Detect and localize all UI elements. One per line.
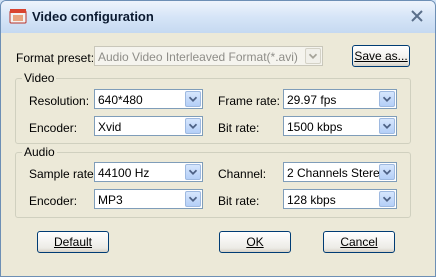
close-icon[interactable] (409, 8, 425, 24)
chevron-down-icon[interactable] (185, 191, 201, 207)
audio-encoder-select[interactable]: MP3 (94, 189, 203, 209)
audio-bit-rate-label: Bit rate: (218, 194, 260, 208)
format-preset-value: Audio Video Interleaved Format(*.avi) (98, 50, 298, 64)
channel-value: 2 Channels Stereo (287, 166, 387, 180)
dialog-window: Video configuration Format preset: Audio… (0, 0, 436, 277)
app-icon (9, 9, 27, 24)
window-title: Video configuration (32, 9, 154, 24)
video-bit-rate-value: 1500 kbps (287, 120, 343, 134)
resolution-value: 640*480 (98, 93, 143, 107)
format-preset-label: Format preset: (16, 51, 95, 65)
video-bit-rate-label: Bit rate: (218, 121, 260, 135)
chevron-down-icon[interactable] (185, 91, 201, 107)
audio-encoder-label: Encoder: (29, 194, 78, 208)
audio-bit-rate-value: 128 kbps (287, 193, 336, 207)
chevron-down-icon[interactable] (379, 118, 395, 134)
chevron-down-icon[interactable] (185, 118, 201, 134)
video-bit-rate-select[interactable]: 1500 kbps (283, 116, 397, 136)
chevron-down-icon[interactable] (379, 91, 395, 107)
sample-rate-value: 44100 Hz (98, 166, 150, 180)
ok-label: OK (246, 235, 264, 249)
cancel-button[interactable]: Cancel (323, 231, 395, 253)
chevron-down-icon (305, 48, 321, 64)
default-button[interactable]: Default (37, 231, 109, 253)
video-encoder-value: Xvid (98, 120, 122, 134)
chevron-down-icon[interactable] (185, 164, 201, 180)
cancel-label: Cancel (340, 235, 378, 249)
resolution-label: Resolution: (29, 94, 90, 108)
frame-rate-value: 29.97 fps (287, 93, 337, 107)
frame-rate-select[interactable]: 29.97 fps (283, 89, 397, 109)
video-encoder-select[interactable]: Xvid (94, 116, 203, 136)
audio-encoder-value: MP3 (98, 193, 123, 207)
save-as-button[interactable]: Save as... (352, 45, 410, 67)
channel-select[interactable]: 2 Channels Stereo (283, 162, 397, 182)
default-label: Default (53, 235, 93, 249)
chevron-down-icon[interactable] (379, 191, 395, 207)
sample-rate-label: Sample rate: (29, 167, 98, 181)
sample-rate-select[interactable]: 44100 Hz (94, 162, 203, 182)
audio-bit-rate-select[interactable]: 128 kbps (283, 189, 397, 209)
format-preset-select: Audio Video Interleaved Format(*.avi) (94, 46, 323, 66)
title-bar[interactable]: Video configuration (1, 1, 435, 33)
save-as-label: Save as... (354, 49, 408, 63)
chevron-down-icon[interactable] (379, 164, 395, 180)
frame-rate-label: Frame rate: (218, 94, 281, 108)
ok-button[interactable]: OK (219, 231, 291, 253)
video-group-title: Video (22, 71, 57, 85)
channel-label: Channel: (218, 167, 267, 181)
video-encoder-label: Encoder: (29, 121, 78, 135)
audio-group-title: Audio (22, 145, 57, 159)
resolution-select[interactable]: 640*480 (94, 89, 203, 109)
dialog-body: Format preset: Audio Video Interleaved F… (5, 33, 431, 272)
